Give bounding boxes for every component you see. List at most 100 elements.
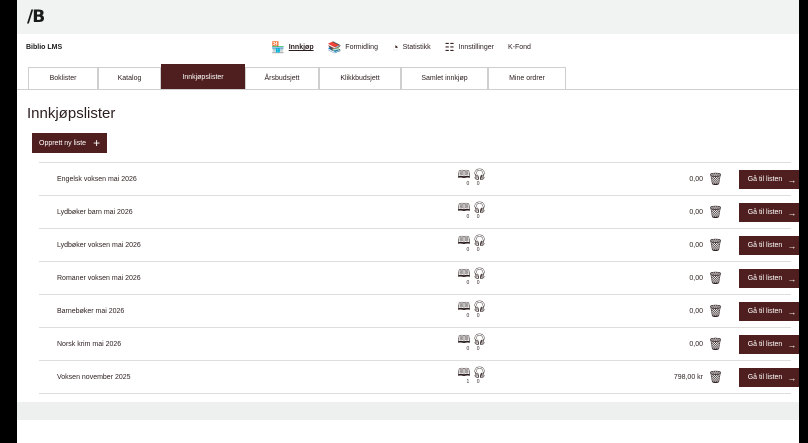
item-counts: 🕮🎧︎ 0 0 — [453, 202, 493, 221]
audio-count: 0 — [476, 313, 480, 319]
trash-icon[interactable]: 🗑︎ — [708, 304, 723, 318]
list-amount: 0,00 — [689, 175, 703, 183]
list-row: Lydbøker voksen mai 2026 🕮🎧︎ 0 0 0,00 🗑︎… — [39, 229, 799, 262]
list-amount: 0,00 — [689, 241, 703, 249]
go-to-list-label: Gå til listen — [747, 275, 783, 282]
org-chart-icon: ☷ — [444, 42, 455, 54]
audio-count: 0 — [476, 181, 480, 187]
nav-label: Statistikk — [402, 44, 431, 51]
nav-item-k-fond[interactable]: K-Fond — [508, 41, 531, 54]
go-to-list-button[interactable]: Gå til listen → — [739, 269, 799, 288]
book-count: 0 — [466, 247, 470, 253]
audio-count: 0 — [476, 280, 480, 286]
nav-item-statistikk[interactable]: ◔ Statistikk — [392, 41, 431, 54]
books-icon: 📚 — [327, 42, 342, 54]
arrow-right-icon: → — [787, 306, 797, 317]
book-count: 0 — [466, 181, 470, 187]
tab-innkjopslister[interactable]: Innkjøpslister — [161, 64, 245, 89]
page-title: Innkjøpslister — [27, 105, 116, 122]
list-name[interactable]: Voksen november 2025 — [57, 374, 131, 381]
book-count: 0 — [466, 346, 470, 352]
go-to-list-label: Gå til listen — [747, 209, 783, 216]
go-to-list-button[interactable]: Gå til listen → — [739, 302, 799, 321]
trash-icon[interactable]: 🗑︎ — [708, 271, 723, 285]
audio-count: 0 — [476, 346, 480, 352]
arrow-right-icon: → — [787, 174, 797, 185]
list-name[interactable]: Lydbøker barn mai 2026 — [57, 209, 133, 216]
list-amount: 0,00 — [689, 208, 703, 216]
list-amount: 0,00 — [689, 307, 703, 315]
item-counts: 🕮🎧︎ 0 0 — [453, 301, 493, 320]
book-icon: 🕮 — [457, 169, 473, 181]
trash-icon[interactable]: 🗑︎ — [708, 337, 723, 351]
go-to-list-button[interactable]: Gå til listen → — [739, 368, 799, 387]
headphones-icon: 🎧︎ — [472, 235, 489, 247]
list-amount: 0,00 — [689, 340, 703, 348]
go-to-list-label: Gå til listen — [747, 308, 783, 315]
go-to-list-button[interactable]: Gå til listen → — [739, 203, 799, 222]
arrow-right-icon: → — [787, 207, 797, 218]
tab-klikkbudsjett[interactable]: Klikkbudsjett — [319, 67, 401, 89]
item-counts: 🕮🎧︎ 0 0 — [453, 169, 493, 188]
arrow-right-icon: → — [787, 339, 797, 350]
go-to-list-label: Gå til listen — [747, 176, 783, 183]
book-icon: 🕮 — [457, 334, 473, 346]
book-count: 1 — [466, 379, 470, 385]
item-counts: 🕮🎧︎ 1 0 — [453, 367, 493, 386]
tab-bar: Boklister Katalog Innkjøpslister Årsbuds… — [28, 64, 566, 89]
trash-icon[interactable]: 🗑︎ — [708, 238, 723, 252]
nav-label: Innkjøp — [288, 44, 314, 51]
purchase-lists: Engelsk voksen mai 2026 🕮🎧︎ 0 0 0,00 🗑︎ … — [39, 162, 799, 394]
plus-icon: + — [93, 136, 101, 150]
book-icon: 🕮 — [457, 202, 473, 214]
list-name[interactable]: Romaner voksen mai 2026 — [57, 275, 141, 282]
create-list-label: Opprett ny liste — [39, 139, 87, 147]
go-to-list-button[interactable]: Gå til listen → — [739, 335, 799, 354]
store-icon: 🏪 — [271, 42, 285, 54]
footer — [17, 402, 799, 420]
trash-icon[interactable]: 🗑︎ — [708, 172, 723, 186]
tab-katalog[interactable]: Katalog — [98, 67, 161, 89]
list-name[interactable]: Engelsk voksen mai 2026 — [57, 176, 137, 183]
tab-samlet-innkjop[interactable]: Samlet innkjøp — [401, 67, 488, 89]
list-row: Voksen november 2025 🕮🎧︎ 1 0 798,00 kr 🗑… — [39, 361, 799, 394]
list-name[interactable]: Barnebøker mai 2026 — [57, 308, 124, 315]
book-count: 0 — [466, 280, 470, 286]
go-to-list-button[interactable]: Gå til listen → — [739, 236, 799, 255]
tab-divider — [17, 89, 799, 90]
headphones-icon: 🎧︎ — [472, 268, 489, 280]
nav-label: Formidling — [345, 44, 378, 51]
tab-boklister[interactable]: Boklister — [28, 67, 98, 89]
nav-item-innstillinger[interactable]: ☷ Innstillinger — [445, 41, 494, 54]
app-name[interactable]: Biblio LMS — [26, 44, 62, 51]
item-counts: 🕮🎧︎ 0 0 — [453, 268, 493, 287]
logo[interactable]: /B — [27, 7, 45, 27]
top-nav: 🏪 Innkjøp 📚 Formidling ◔ Statistikk ☷ In… — [271, 41, 545, 55]
book-icon: 🕮 — [457, 367, 473, 379]
nav-item-innkjop[interactable]: 🏪 Innkjøp — [271, 41, 314, 54]
trash-icon[interactable]: 🗑︎ — [708, 370, 723, 384]
go-to-list-button[interactable]: Gå til listen → — [739, 170, 799, 189]
nav-item-formidling[interactable]: 📚 Formidling — [328, 41, 378, 54]
tab-mine-ordrer[interactable]: Mine ordrer — [488, 67, 566, 89]
list-row: Engelsk voksen mai 2026 🕮🎧︎ 0 0 0,00 🗑︎ … — [39, 163, 799, 196]
app-window: /B Biblio LMS 🏪 Innkjøp 📚 Formidling ◔ S… — [17, 0, 799, 443]
item-counts: 🕮🎧︎ 0 0 — [453, 334, 493, 353]
list-row: Romaner voksen mai 2026 🕮🎧︎ 0 0 0,00 🗑︎ … — [39, 262, 799, 295]
go-to-list-label: Gå til listen — [747, 341, 783, 348]
create-list-button[interactable]: Opprett ny liste + — [32, 133, 108, 153]
book-icon: 🕮 — [457, 235, 473, 247]
headphones-icon: 🎧︎ — [472, 169, 489, 181]
tab-arsbudsjett[interactable]: Årsbudsjett — [245, 67, 319, 89]
headphones-icon: 🎧︎ — [472, 301, 489, 313]
headphones-icon: 🎧︎ — [472, 334, 489, 346]
book-icon: 🕮 — [457, 268, 473, 280]
arrow-right-icon: → — [787, 372, 797, 383]
list-name[interactable]: Lydbøker voksen mai 2026 — [57, 242, 141, 249]
book-icon: 🕮 — [457, 301, 473, 313]
trash-icon[interactable]: 🗑︎ — [708, 205, 723, 219]
list-row: Lydbøker barn mai 2026 🕮🎧︎ 0 0 0,00 🗑︎ G… — [39, 196, 799, 229]
go-to-list-label: Gå til listen — [747, 374, 783, 381]
list-name[interactable]: Norsk krim mai 2026 — [57, 341, 121, 348]
audio-count: 0 — [476, 379, 480, 385]
